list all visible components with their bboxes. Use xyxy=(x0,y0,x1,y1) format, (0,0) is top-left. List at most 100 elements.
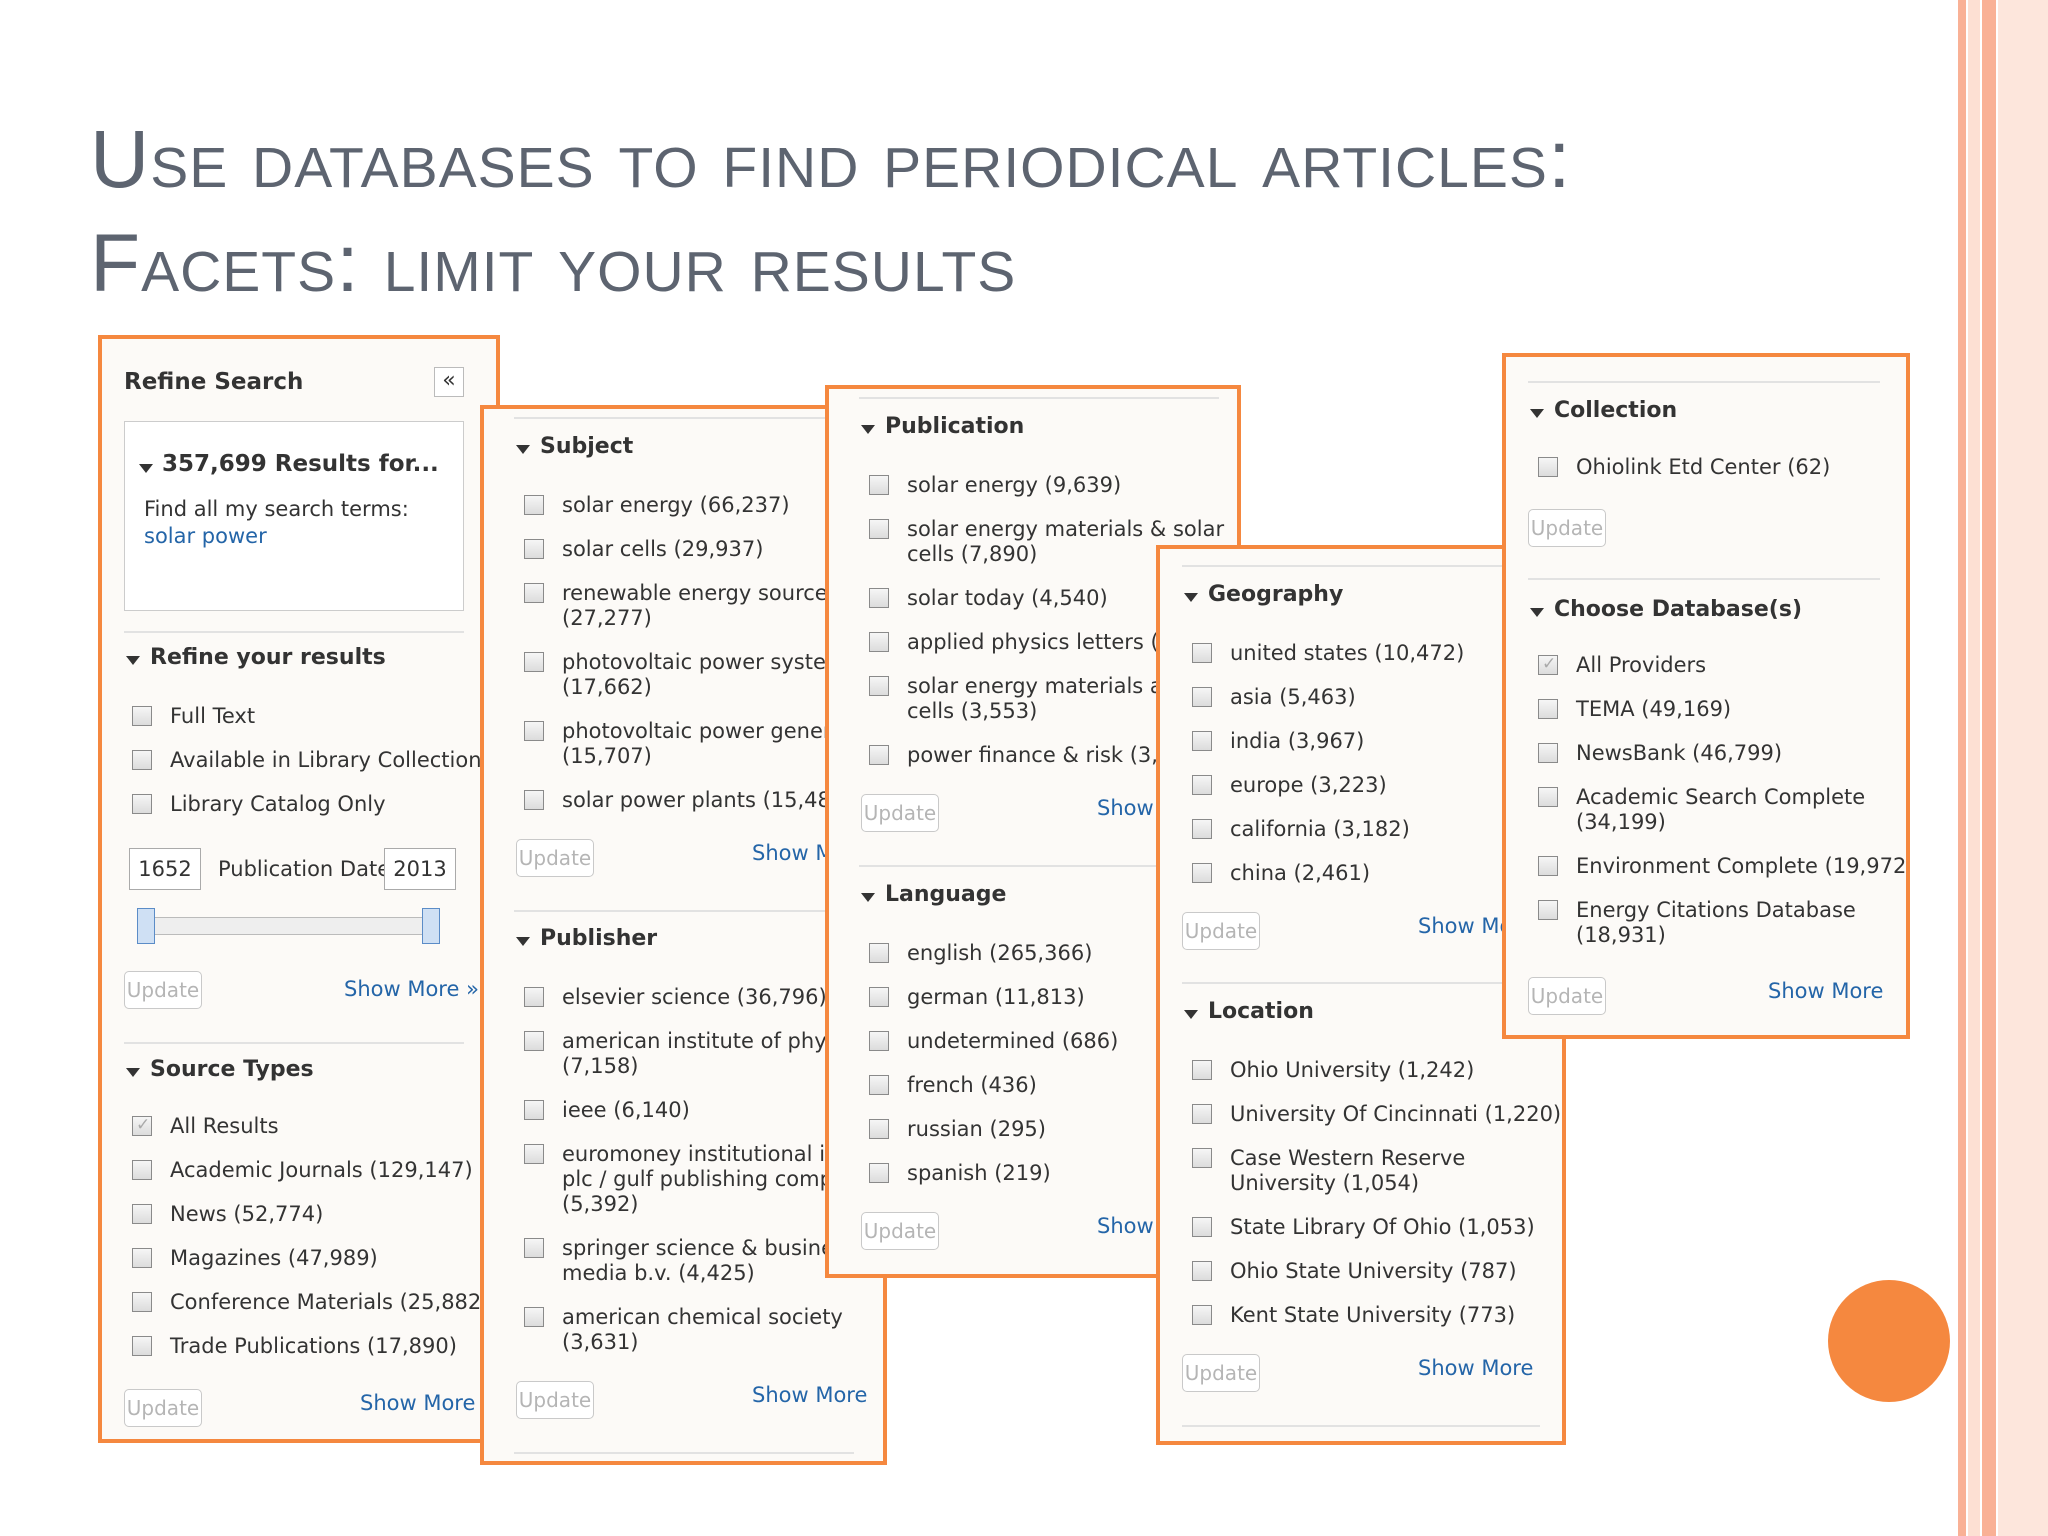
location-checkbox[interactable] xyxy=(1192,1148,1212,1168)
collapse-triangle-icon[interactable] xyxy=(516,937,530,946)
location-checkbox[interactable] xyxy=(1192,1104,1212,1124)
publication-checkbox[interactable] xyxy=(869,475,889,495)
language-label: spanish (219) xyxy=(907,1161,1051,1185)
full-text-checkbox[interactable] xyxy=(132,706,152,726)
date-to-input[interactable]: 2013 xyxy=(384,848,456,890)
publication-checkbox[interactable] xyxy=(869,632,889,652)
collapse-triangle-icon[interactable] xyxy=(1184,593,1198,602)
search-terms-link[interactable]: solar power xyxy=(144,524,267,549)
collapse-triangle-icon[interactable] xyxy=(1530,608,1544,617)
collapse-icon[interactable]: « xyxy=(434,367,464,397)
geography-checkbox[interactable] xyxy=(1192,687,1212,707)
show-more-link[interactable]: Show More xyxy=(1768,979,1883,1003)
show-more-link[interactable]: Show More » xyxy=(344,977,479,1001)
all-providers-checkbox[interactable] xyxy=(1538,654,1558,675)
subject-checkbox[interactable] xyxy=(524,583,544,603)
publisher-label: springer science & business xyxy=(562,1236,856,1260)
language-checkbox[interactable] xyxy=(869,943,889,963)
geography-checkbox[interactable] xyxy=(1192,819,1212,839)
date-from-input[interactable]: 1652 xyxy=(129,848,201,890)
source-checkbox[interactable] xyxy=(132,1204,152,1224)
publisher-checkbox[interactable] xyxy=(524,1031,544,1051)
slide-title: Use databases to find periodical article… xyxy=(90,108,1930,316)
subject-checkbox[interactable] xyxy=(524,539,544,559)
publisher-checkbox[interactable] xyxy=(524,1238,544,1258)
collapse-triangle-icon[interactable] xyxy=(861,893,875,902)
collapse-triangle-icon[interactable] xyxy=(126,1068,140,1077)
update-button[interactable]: Update xyxy=(1182,1354,1260,1392)
geography-checkbox[interactable] xyxy=(1192,643,1212,663)
publication-checkbox[interactable] xyxy=(869,676,889,696)
subject-checkbox[interactable] xyxy=(524,495,544,515)
collection-checkbox[interactable] xyxy=(1538,457,1558,477)
divider xyxy=(514,1452,854,1454)
geography-checkbox[interactable] xyxy=(1192,775,1212,795)
location-checkbox[interactable] xyxy=(1192,1305,1212,1325)
publication-label: solar energy materials & solar xyxy=(907,517,1225,541)
subject-checkbox[interactable] xyxy=(524,790,544,810)
publisher-checkbox[interactable] xyxy=(524,1144,544,1164)
source-checkbox[interactable] xyxy=(132,1292,152,1312)
collapse-triangle-icon[interactable] xyxy=(516,445,530,454)
divider xyxy=(1182,1425,1540,1427)
decor-circle xyxy=(1828,1280,1950,1402)
publication-checkbox[interactable] xyxy=(869,519,889,539)
show-more-link[interactable]: Show More xyxy=(1418,1356,1533,1380)
source-label: All Results xyxy=(170,1114,279,1138)
source-checkbox[interactable] xyxy=(132,1160,152,1180)
divider xyxy=(514,417,854,419)
language-checkbox[interactable] xyxy=(869,1163,889,1183)
publisher-checkbox[interactable] xyxy=(524,1100,544,1120)
collapse-triangle-icon[interactable] xyxy=(126,656,140,665)
database-checkbox[interactable] xyxy=(1538,699,1558,719)
collapse-triangle-icon[interactable] xyxy=(139,464,153,473)
library-collection-checkbox[interactable] xyxy=(132,750,152,770)
source-checkbox[interactable] xyxy=(132,1336,152,1356)
location-checkbox[interactable] xyxy=(1192,1060,1212,1080)
update-button[interactable]: Update xyxy=(124,971,202,1009)
update-button[interactable]: Update xyxy=(124,1389,202,1427)
subject-checkbox[interactable] xyxy=(524,652,544,672)
update-button[interactable]: Update xyxy=(861,794,939,832)
update-button[interactable]: Update xyxy=(516,839,594,877)
collapse-triangle-icon[interactable] xyxy=(861,425,875,434)
update-button[interactable]: Update xyxy=(1528,977,1606,1015)
divider xyxy=(1528,381,1880,383)
publication-checkbox[interactable] xyxy=(869,745,889,765)
update-button[interactable]: Update xyxy=(516,1381,594,1419)
subject-checkbox[interactable] xyxy=(524,721,544,741)
library-catalog-checkbox[interactable] xyxy=(132,794,152,814)
slide-title-line2: Facets: limit your results xyxy=(90,218,1017,309)
show-more-link[interactable]: Show More xyxy=(752,1383,867,1407)
language-checkbox[interactable] xyxy=(869,1119,889,1139)
update-button[interactable]: Update xyxy=(861,1212,939,1250)
geography-checkbox[interactable] xyxy=(1192,731,1212,751)
divider xyxy=(1528,578,1880,580)
language-checkbox[interactable] xyxy=(869,1031,889,1051)
location-label: Kent State University (773) xyxy=(1230,1303,1516,1327)
location-checkbox[interactable] xyxy=(1192,1261,1212,1281)
language-checkbox[interactable] xyxy=(869,1075,889,1095)
update-button[interactable]: Update xyxy=(1182,912,1260,950)
geography-checkbox[interactable] xyxy=(1192,863,1212,883)
location-checkbox[interactable] xyxy=(1192,1217,1212,1237)
date-slider-track[interactable] xyxy=(144,917,434,935)
slider-handle-left[interactable] xyxy=(137,908,155,944)
publisher-checkbox[interactable] xyxy=(524,987,544,1007)
publisher-label: (3,631) xyxy=(562,1330,639,1354)
database-checkbox[interactable] xyxy=(1538,743,1558,763)
database-checkbox[interactable] xyxy=(1538,787,1558,807)
publisher-checkbox[interactable] xyxy=(524,1307,544,1327)
language-checkbox[interactable] xyxy=(869,987,889,1007)
slider-handle-right[interactable] xyxy=(422,908,440,944)
database-checkbox[interactable] xyxy=(1538,856,1558,876)
collapse-triangle-icon[interactable] xyxy=(1530,409,1544,418)
database-checkbox[interactable] xyxy=(1538,900,1558,920)
source-checkbox[interactable] xyxy=(132,1248,152,1268)
publication-checkbox[interactable] xyxy=(869,588,889,608)
all-results-checkbox[interactable] xyxy=(132,1115,152,1136)
divider xyxy=(124,631,464,633)
show-more-link[interactable]: Show More xyxy=(360,1391,475,1415)
update-button[interactable]: Update xyxy=(1528,509,1606,547)
collapse-triangle-icon[interactable] xyxy=(1184,1010,1198,1019)
